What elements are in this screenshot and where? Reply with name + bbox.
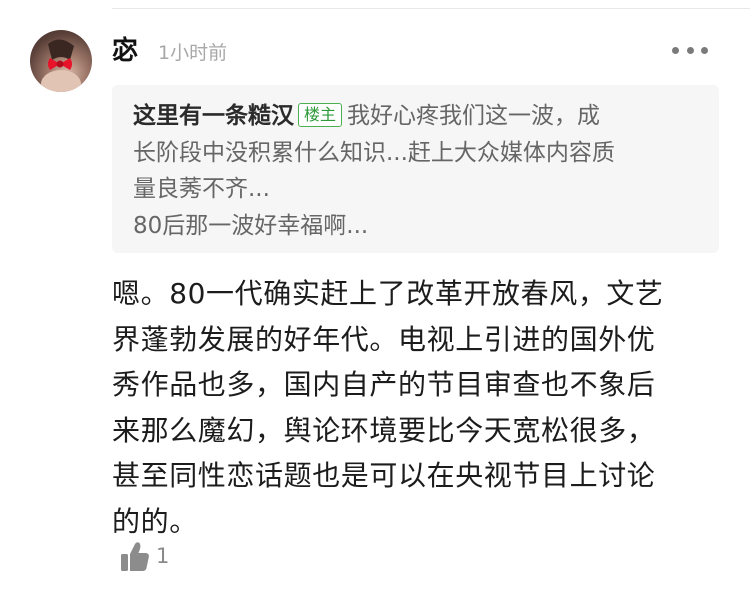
red-bow-icon xyxy=(48,58,72,70)
body-line-2: 界蓬勃发展的好年代。电视上引进的国外优 xyxy=(112,322,656,356)
op-badge: 楼主 xyxy=(298,103,343,127)
thumbs-up-icon xyxy=(121,542,149,571)
username[interactable]: 宓 xyxy=(112,34,138,68)
quote-text: 我好心疼我们这一波，成 xyxy=(347,103,601,129)
like-button[interactable]: 1 xyxy=(120,540,169,572)
top-divider xyxy=(112,8,750,9)
body-line-1: 嗯。80一代确实赶上了改革开放春风，文艺 xyxy=(112,277,664,310)
avatar[interactable] xyxy=(30,30,92,92)
quote-line-2: 长阶段中没积累什么知识...赶上大众媒体内容质 xyxy=(133,139,615,166)
quote-line-4: 80后那一波好幸福啊... xyxy=(133,212,369,239)
avatar-image xyxy=(41,39,81,92)
quoted-author[interactable]: 这里有一条糙汉 xyxy=(133,103,294,129)
dot xyxy=(701,46,708,54)
timestamp: 1小时前 xyxy=(158,42,228,64)
dot xyxy=(686,46,694,54)
comment-body: 嗯。80一代确实赶上了改革开放春风，文艺 界蓬勃发展的好年代。电视上引进的国外优… xyxy=(112,271,712,544)
quote-line-1: 这里有一条糙汉 楼主 我好心疼我们这一波，成 xyxy=(133,98,699,135)
dot xyxy=(672,46,679,54)
body-line-6: 的的。 xyxy=(112,504,198,538)
like-count: 1 xyxy=(156,544,170,568)
quote-line-3: 量良莠不齐... xyxy=(133,176,270,202)
more-dots-icon[interactable] xyxy=(672,44,708,56)
body-line-4: 来那么魔幻，舆论环境要比今天宽松很多， xyxy=(112,413,656,447)
body-line-3: 秀作品也多，国内自产的节目审查也不象后 xyxy=(112,368,656,401)
body-line-5: 甚至同性恋话题也是可以在央视节目上讨论 xyxy=(112,459,656,492)
quoted-reply[interactable]: 这里有一条糙汉 楼主 我好心疼我们这一波，成 长阶段中没积累什么知识...赶上大众媒… xyxy=(112,85,719,253)
